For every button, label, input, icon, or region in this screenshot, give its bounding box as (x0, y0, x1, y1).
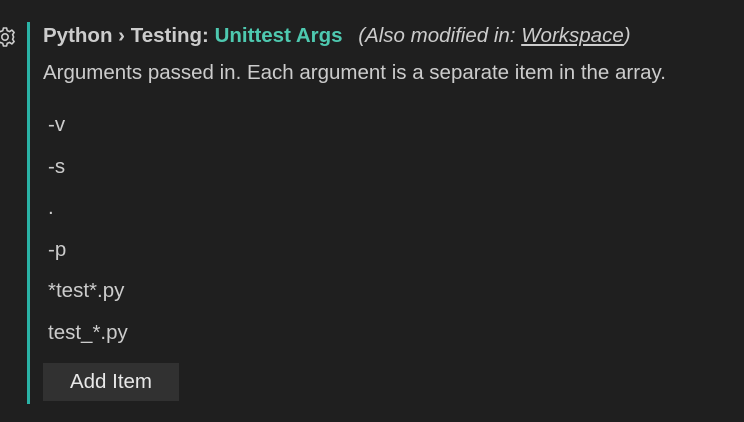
also-modified-in: (Also modified in: Workspace) (358, 24, 630, 47)
list-item[interactable]: . (43, 187, 703, 229)
setting-category: Python (43, 24, 113, 47)
setting-title: Python › Testing: Unittest Args (Also mo… (43, 22, 631, 50)
list-item[interactable]: -s (43, 146, 703, 188)
setting-item-unittest-args: Python › Testing: Unittest Args (Also mo… (0, 0, 744, 422)
list-item[interactable]: test_*.py (43, 312, 703, 354)
setting-label: Unittest Args (214, 24, 343, 47)
modified-indicator-bar (27, 22, 30, 404)
also-modified-suffix: ) (623, 24, 631, 47)
gear-icon[interactable] (0, 25, 19, 49)
add-item-button[interactable]: Add Item (43, 363, 179, 401)
list-item[interactable]: -p (43, 229, 703, 271)
list-item[interactable]: *test*.py (43, 270, 703, 312)
workspace-scope-link[interactable]: Workspace (521, 24, 624, 47)
setting-subcategory: Testing: (130, 24, 209, 47)
list-item[interactable]: -v (43, 104, 703, 146)
argument-list: -v -s . -p *test*.py test_*.py (43, 104, 703, 353)
category-separator: › (112, 24, 131, 47)
also-modified-prefix: (Also modified in: (358, 24, 522, 47)
setting-description: Arguments passed in. Each argument is a … (43, 61, 666, 84)
